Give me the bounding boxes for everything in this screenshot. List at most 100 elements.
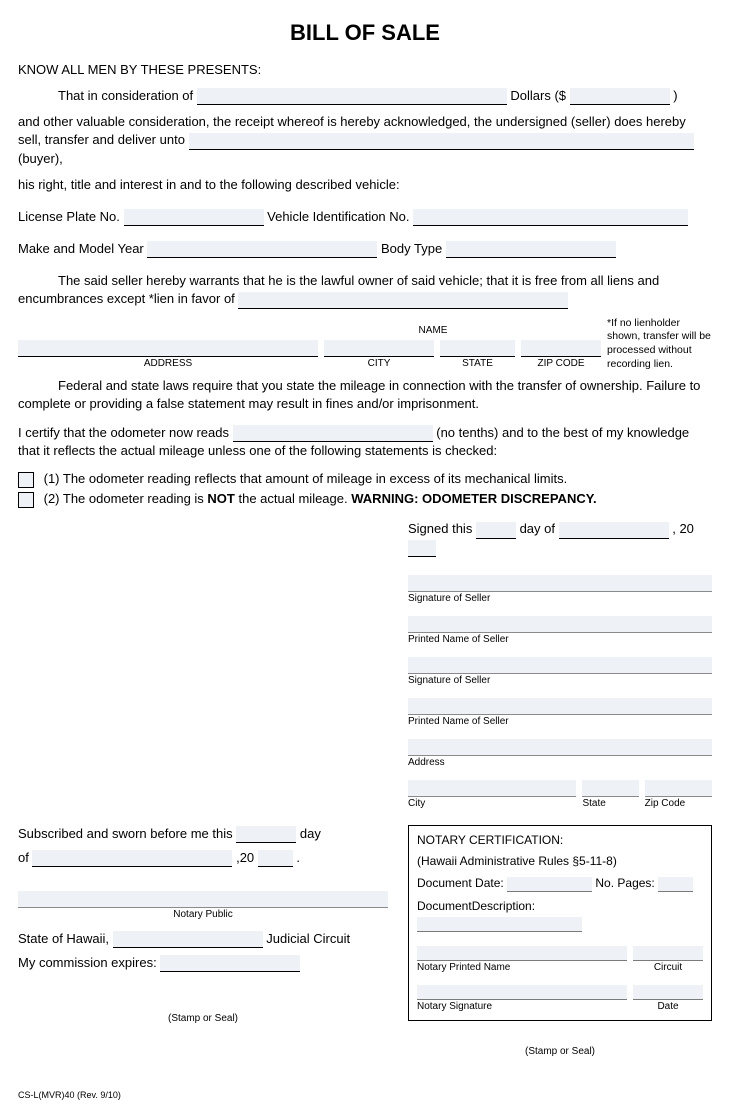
stamp-left: (Stamp or Seal) <box>18 1012 388 1026</box>
option-1-text: (1) The odometer reading reflects that a… <box>44 471 568 486</box>
sworn-day-field[interactable] <box>236 826 296 843</box>
box-rules: (Hawaii Administrative Rules §5-11-8) <box>417 853 703 870</box>
sworn-year-field[interactable] <box>258 850 293 867</box>
make-field[interactable] <box>147 241 377 258</box>
rights-line: his right, title and interest in and to … <box>18 176 712 194</box>
state-line: State of Hawaii, Judicial Circuit <box>18 930 388 948</box>
warranty-line: The said seller hereby warrants that he … <box>18 272 712 308</box>
body-field[interactable] <box>446 241 616 258</box>
lien-city-field[interactable] <box>324 340 434 357</box>
desc-field[interactable] <box>417 917 582 932</box>
text: Body Type <box>381 241 446 256</box>
text: Vehicle Identification No. <box>267 209 413 224</box>
text: day <box>300 826 321 841</box>
buyer-field[interactable] <box>189 133 694 150</box>
option-2-row: (2) The odometer reading is NOT the actu… <box>18 490 712 508</box>
lien-note: *If no lienholder shown, transfer will b… <box>601 317 712 372</box>
text: Signed this <box>408 521 476 536</box>
zip-label: Zip Code <box>645 797 712 811</box>
lien-zip-field[interactable] <box>521 340 601 357</box>
not-bold: NOT <box>207 491 234 506</box>
commission-line: My commission expires: <box>18 954 388 972</box>
vin-field[interactable] <box>413 209 688 226</box>
license-field[interactable] <box>124 209 264 226</box>
sworn-of-line: of ,20 . <box>18 849 388 867</box>
lien-state-field[interactable] <box>440 340 515 357</box>
sig-seller-2-field[interactable] <box>408 657 712 674</box>
notary-printed-field[interactable] <box>417 946 627 961</box>
city-label: City <box>408 797 576 811</box>
address-field[interactable] <box>408 739 712 756</box>
sig-seller-1-label: Signature of Seller <box>408 592 712 606</box>
text: (2) The odometer reading is <box>44 491 208 506</box>
state-field[interactable] <box>582 780 638 797</box>
print-seller-2-field[interactable] <box>408 698 712 715</box>
checkbox-2[interactable] <box>18 492 34 508</box>
city-field[interactable] <box>408 780 576 797</box>
text: No. Pages: <box>595 876 658 890</box>
option-1-row: (1) The odometer reading reflects that a… <box>18 470 712 488</box>
doc-date-field[interactable] <box>507 877 592 892</box>
text: My commission expires: <box>18 955 160 970</box>
print-seller-1-label: Printed Name of Seller <box>408 633 712 647</box>
odometer-field[interactable] <box>233 425 433 442</box>
name-sublabel: NAME <box>268 324 598 338</box>
commission-field[interactable] <box>160 955 300 972</box>
text: of <box>18 850 32 865</box>
signed-month-field[interactable] <box>559 522 669 539</box>
page-title: BILL OF SALE <box>18 18 712 49</box>
text: State of Hawaii, <box>18 931 113 946</box>
notary-printed-label: Notary Printed Name <box>417 961 627 975</box>
text: ) <box>673 88 677 103</box>
notary-sig-field[interactable] <box>18 891 388 908</box>
text: DocumentDescription: <box>417 899 535 913</box>
sig-seller-2-label: Signature of Seller <box>408 674 712 688</box>
make-body-line: Make and Model Year Body Type <box>18 240 712 258</box>
sworn-line: Subscribed and sworn before me this day <box>18 825 388 843</box>
notary-box: NOTARY CERTIFICATION: (Hawaii Administra… <box>408 825 712 1021</box>
warning-bold: WARNING: ODOMETER DISCREPANCY. <box>351 491 596 506</box>
dollars-field[interactable] <box>570 88 670 105</box>
text: Document Date: <box>417 876 507 890</box>
pages-field[interactable] <box>658 877 693 892</box>
box-date-field[interactable] <box>633 985 703 1000</box>
signed-line: Signed this day of , 20 <box>408 520 712 556</box>
box-title: NOTARY CERTIFICATION: <box>417 832 703 849</box>
intro-line: KNOW ALL MEN BY THESE PRESENTS: <box>18 61 712 79</box>
checkbox-1[interactable] <box>18 472 34 488</box>
text: (buyer), <box>18 151 63 166</box>
circuit-field[interactable] <box>113 931 263 948</box>
text: . <box>296 850 300 865</box>
zip-sublabel: ZIP CODE <box>521 357 601 371</box>
city-sublabel: CITY <box>324 357 434 371</box>
notary-signature-field[interactable] <box>417 985 627 1000</box>
form-footer: CS-L(MVR)40 (Rev. 9/10) <box>18 1089 712 1102</box>
text: License Plate No. <box>18 209 124 224</box>
address-sublabel: ADDRESS <box>18 357 318 371</box>
text: Make and Model Year <box>18 241 147 256</box>
box-circuit-label: Circuit <box>633 961 703 975</box>
text: Judicial Circuit <box>266 931 350 946</box>
notary-signature-label: Notary Signature <box>417 1000 627 1014</box>
box-desc-line: DocumentDescription: <box>417 898 703 932</box>
lien-address-field[interactable] <box>18 340 318 357</box>
box-circuit-field[interactable] <box>633 946 703 961</box>
text: , 20 <box>672 521 694 536</box>
stamp-right: (Stamp or Seal) <box>408 1045 712 1059</box>
mileage-law: Federal and state laws require that you … <box>18 377 712 413</box>
signed-day-field[interactable] <box>476 522 516 539</box>
zip-field[interactable] <box>645 780 712 797</box>
print-seller-1-field[interactable] <box>408 616 712 633</box>
consideration-field[interactable] <box>197 88 507 105</box>
sworn-month-field[interactable] <box>32 850 232 867</box>
sig-seller-1-field[interactable] <box>408 575 712 592</box>
transfer-line: and other valuable consideration, the re… <box>18 113 712 168</box>
text: day of <box>520 521 559 536</box>
state-label: State <box>582 797 638 811</box>
notary-public-label: Notary Public <box>18 908 388 922</box>
text: I certify that the odometer now reads <box>18 425 233 440</box>
lien-name-field[interactable] <box>238 292 568 309</box>
consideration-line: That in consideration of Dollars ($ ) <box>18 87 712 105</box>
state-sublabel: STATE <box>440 357 515 371</box>
signed-year-field[interactable] <box>408 540 436 557</box>
